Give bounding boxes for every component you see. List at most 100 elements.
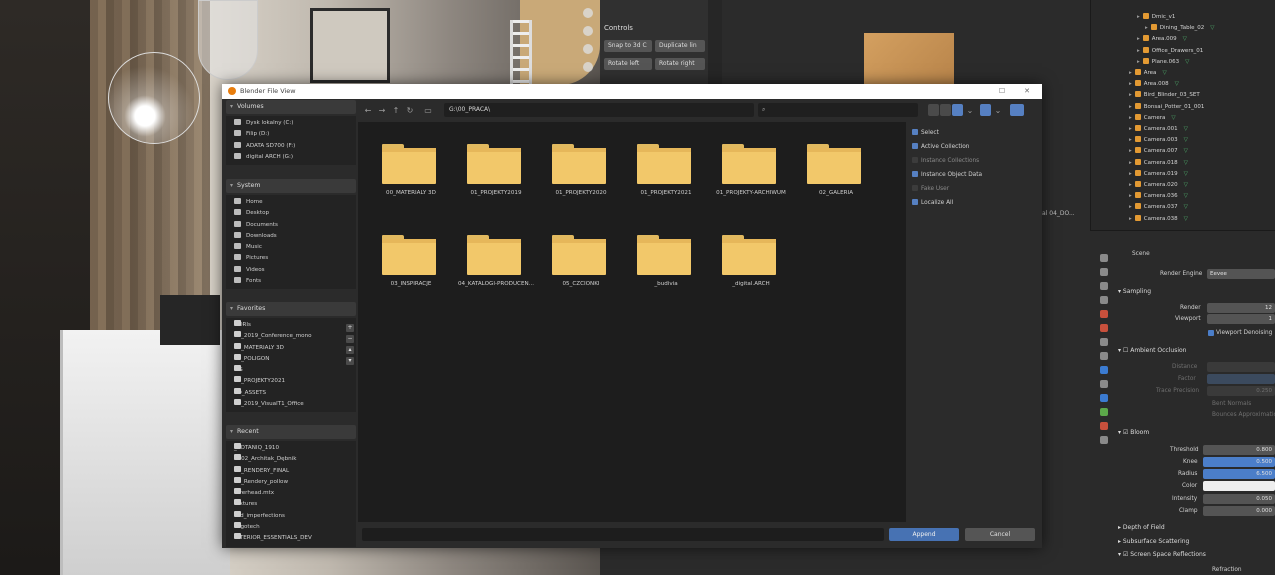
collection-icon[interactable] [1100, 338, 1108, 346]
system-header[interactable]: ▾ System [226, 179, 356, 193]
outliner-row[interactable]: ▸ Camera.038 ▽ [1129, 214, 1188, 225]
folder-item[interactable]: 02_GALERIA [791, 126, 871, 206]
expand-icon[interactable]: ▸ [1129, 104, 1132, 110]
option-checkbox[interactable]: Select [910, 126, 1040, 140]
forward-icon[interactable]: → [376, 105, 388, 117]
folder-item[interactable]: 01_PROJEKTY2020 [536, 126, 616, 206]
expand-icon[interactable]: ▸ [1129, 160, 1132, 166]
outliner-row[interactable]: ▸ Bonsai_Potter_01_001 [1129, 102, 1204, 113]
bloom-color-swatch[interactable] [1203, 481, 1275, 491]
folder-item[interactable]: 00_MATERIALY 3D [366, 126, 446, 206]
expand-icon[interactable]: ▸ [1129, 193, 1132, 199]
ambient-occlusion-panel[interactable]: ▾ ☐ Ambient Occlusion [1118, 345, 1186, 357]
folder-item[interactable]: _budivia [621, 217, 701, 297]
subsurface-panel[interactable]: ▸ Subsurface Scattering [1118, 536, 1189, 548]
viewport-denoising-checkbox[interactable] [1208, 330, 1214, 336]
constraints-icon[interactable] [1100, 408, 1108, 416]
expand-icon[interactable]: ▸ [1129, 115, 1132, 121]
move-up-icon[interactable]: ▴ [346, 346, 354, 354]
sidebar-item[interactable]: Downloads [226, 231, 356, 242]
outliner-row[interactable]: ▸ Area.008 ▽ [1129, 79, 1179, 90]
material-icon[interactable] [1100, 422, 1108, 430]
sidebar-item[interactable]: _BOTANIQ_1910 [226, 443, 356, 454]
favorites-header[interactable]: ▾ Favorites [226, 302, 356, 316]
sidebar-item[interactable]: Videos [226, 265, 356, 276]
expand-icon[interactable]: ▸ [1137, 14, 1140, 20]
outliner-row[interactable]: ▸ Camera.007 ▽ [1129, 146, 1188, 157]
expand-icon[interactable]: ▸ [1129, 81, 1132, 87]
move-down-icon[interactable]: ▾ [346, 357, 354, 365]
file-grid[interactable]: 00_MATERIALY 3D 01_PROJEKTY2019 01_PROJEKT… [358, 122, 906, 522]
folder-item[interactable]: 03_INSPIRACJE [366, 217, 446, 297]
outliner-row[interactable]: ▸ Camera.018 ▽ [1129, 158, 1188, 169]
tool-icon[interactable] [1100, 254, 1108, 262]
sidebar-item[interactable]: 00_POLIGON [226, 353, 356, 365]
ao-factor-field[interactable] [1207, 374, 1275, 384]
outliner-row[interactable]: ▸ Camera ▽ [1129, 113, 1176, 124]
dialog-titlebar[interactable]: Blender File View ☐ ✕ [222, 84, 1042, 99]
folder-item[interactable]: 04_KATALOGI-PRODUCEN... [451, 217, 534, 297]
option-checkbox[interactable]: Localize All [910, 196, 1040, 210]
volumes-header[interactable]: ▾ Volumes [226, 100, 356, 114]
bloom-panel[interactable]: ▾ ☑ Bloom [1118, 427, 1149, 439]
outliner-row[interactable]: ▸ Dmic_v1 [1137, 12, 1175, 23]
remove-bookmark-icon[interactable]: − [346, 335, 354, 343]
filter-dropdown-icon[interactable]: ⌄ [992, 105, 1004, 117]
texture-icon[interactable] [1100, 436, 1108, 444]
intensity-field[interactable]: 0.050 [1203, 494, 1275, 504]
n-panel-tabs[interactable] [708, 0, 722, 85]
close-icon[interactable]: ✕ [1017, 84, 1037, 99]
sidebar-item[interactable]: 01_Rendery_pollow [226, 476, 356, 488]
expand-icon[interactable]: ▸ [1129, 171, 1132, 177]
outliner-row[interactable]: ▸ Plane.063 ▽ [1137, 57, 1189, 68]
outliner-row[interactable]: ▸ Dining_Table_02 ▽ [1145, 23, 1214, 34]
render-icon[interactable] [1100, 268, 1108, 276]
sampling-panel[interactable]: ▾ Sampling [1118, 286, 1151, 298]
sidebar-item[interactable]: Pictures [226, 253, 356, 264]
expand-icon[interactable]: ▸ [1129, 148, 1132, 154]
folder-item[interactable]: _digital.ARCH [706, 217, 786, 297]
physics-icon[interactable] [1100, 394, 1108, 402]
thumbnails-icon[interactable] [952, 104, 963, 116]
depth-of-field-panel[interactable]: ▸ Depth of Field [1118, 522, 1165, 534]
refresh-icon[interactable]: ↻ [404, 105, 416, 117]
expand-icon[interactable]: ▸ [1137, 59, 1140, 65]
option-checkbox[interactable]: Instance Object Data [910, 168, 1040, 182]
camera-icon[interactable] [583, 44, 593, 54]
sidebar-item[interactable]: ADATA SD700 (F:) [226, 141, 356, 152]
rotate-right-button[interactable]: Rotate right [655, 58, 705, 70]
expand-icon[interactable]: ▸ [1129, 137, 1132, 143]
append-button[interactable]: Append [889, 528, 959, 541]
expand-icon[interactable]: ▸ [1129, 70, 1132, 76]
sidebar-item[interactable]: 04_2019_VisualT1_Office [226, 399, 356, 410]
output-icon[interactable] [1100, 282, 1108, 290]
ssr-panel[interactable]: ▾ ☑ Screen Space Reflections [1118, 549, 1206, 561]
sidebar-item[interactable]: Filip (D:) [226, 129, 356, 140]
sidebar-item[interactable]: Dysk lokalny (C:) [226, 118, 356, 129]
outliner[interactable]: ▸ Dmic_v1 ▸ Dining_Table_02 ▽ ▸ Area.009 ▽ ▸ Offi… [1090, 0, 1275, 230]
sidebar-item[interactable]: 04_2019_Conference_mono [226, 331, 356, 342]
navigation-gizmo[interactable] [578, 0, 598, 85]
clamp-field[interactable]: 0.000 [1203, 506, 1275, 516]
recent-header[interactable]: ▾ Recent [226, 425, 356, 439]
expand-icon[interactable]: ▸ [1145, 25, 1148, 31]
parent-directory-icon[interactable]: ↑ [390, 105, 402, 117]
folder-item[interactable]: 01_PROJEKTY2021 [621, 126, 701, 206]
outliner-row[interactable]: ▸ Office_Drawers_01 [1137, 46, 1203, 57]
search-input[interactable]: ⌕ [758, 103, 918, 117]
horizontal-list-icon[interactable] [940, 104, 951, 116]
scene-icon[interactable] [1100, 310, 1108, 318]
object-icon[interactable] [1100, 352, 1108, 360]
directory-path-input[interactable]: G:\00_PRACA\ [444, 103, 754, 117]
outliner-row[interactable]: ▸ Area.009 ▽ [1137, 34, 1187, 45]
folder-item[interactable]: 05_CZCIONKI [536, 217, 616, 297]
outliner-row[interactable]: ▸ Camera.037 ▽ [1129, 202, 1188, 213]
settings-gear-icon[interactable] [1010, 104, 1024, 116]
sidebar-item[interactable]: Documents [226, 220, 356, 231]
folder-item[interactable]: 01_PROJEKTY-ARCHIWUM [706, 126, 786, 206]
sidebar-item[interactable]: Music [226, 242, 356, 253]
render-samples-field[interactable]: 12 [1207, 303, 1275, 313]
folder-item[interactable]: 01_PROJEKTY2019 [451, 126, 531, 206]
expand-icon[interactable]: ▸ [1129, 216, 1132, 222]
sidebar-item[interactable]: 00_MATERIALY 3D [226, 342, 356, 354]
